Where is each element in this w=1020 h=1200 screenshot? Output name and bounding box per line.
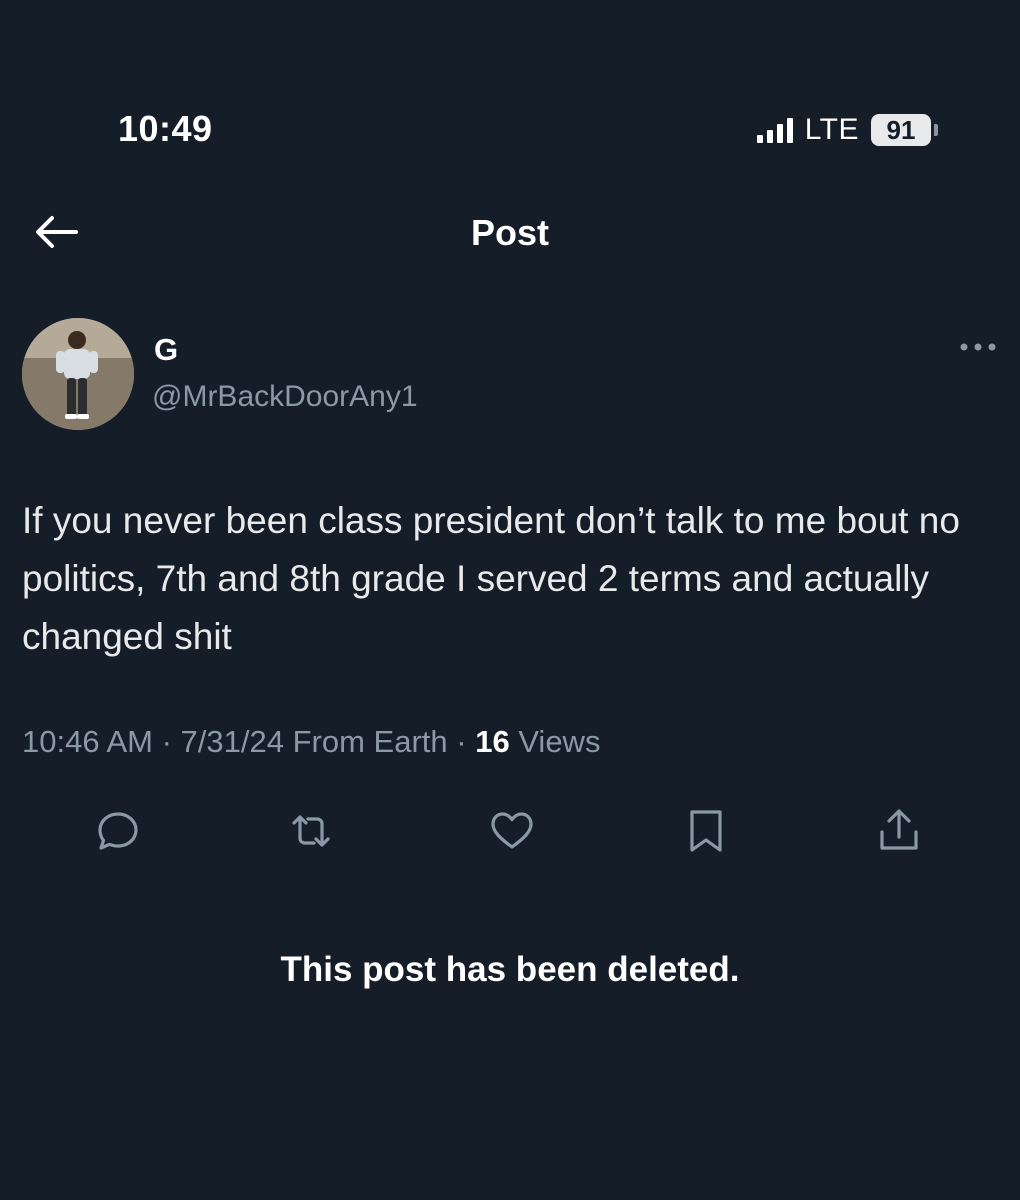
meta-separator: · bbox=[456, 724, 476, 759]
action-bar bbox=[0, 806, 1020, 856]
status-time: 10:49 bbox=[118, 108, 213, 149]
share-icon[interactable] bbox=[874, 806, 924, 856]
meta-separator: · bbox=[161, 724, 181, 759]
battery-level: 91 bbox=[871, 114, 931, 146]
network-type-label: LTE bbox=[804, 113, 859, 146]
author-display-name[interactable]: G bbox=[154, 332, 178, 368]
more-options-icon[interactable] bbox=[956, 338, 1000, 356]
bookmark-icon[interactable] bbox=[681, 806, 731, 856]
retweet-icon[interactable] bbox=[286, 806, 336, 856]
author-handle[interactable]: @MrBackDoorAny1 bbox=[152, 380, 418, 414]
post-text: If you never been class president don’t … bbox=[22, 500, 960, 657]
like-icon[interactable] bbox=[487, 806, 537, 856]
views-label[interactable]: Views bbox=[518, 724, 600, 759]
page-title: Post bbox=[470, 212, 549, 253]
cellular-signal-icon bbox=[756, 117, 793, 143]
status-bar: 10:49 LTE 91 bbox=[0, 100, 1020, 160]
reply-icon[interactable] bbox=[93, 806, 143, 856]
status-indicators: LTE 91 bbox=[756, 110, 938, 150]
avatar-photo bbox=[22, 318, 134, 430]
battery-tip bbox=[934, 124, 938, 136]
post-time: 10:46 AM bbox=[22, 724, 153, 759]
post-date: 7/31/24 bbox=[180, 724, 284, 759]
post-header: G @MrBackDoorAny1 bbox=[0, 318, 1020, 430]
battery-icon: 91 bbox=[871, 114, 938, 146]
navigation-bar: Post bbox=[0, 200, 1020, 264]
views-count[interactable]: 16 bbox=[475, 724, 509, 759]
deleted-notice: This post has been deleted. bbox=[280, 950, 740, 989]
avatar[interactable] bbox=[22, 318, 134, 430]
post-source: From Earth bbox=[292, 724, 448, 759]
post-metadata: 10:46 AM · 7/31/24 From Earth · 16 Views bbox=[22, 724, 600, 760]
